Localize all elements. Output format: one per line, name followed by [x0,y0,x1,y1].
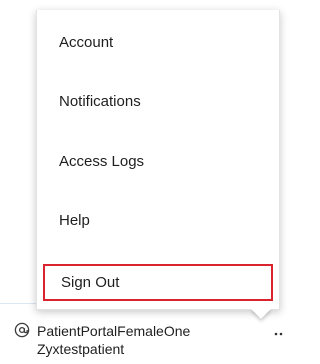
menu-item-help[interactable]: Help [59,212,90,229]
user-name: PatientPortalFemaleOne Zyxtestpatient [37,322,190,358]
account-dropdown-menu: Account Notifications Access Logs Help S… [36,10,280,310]
at-icon [14,322,30,338]
user-name-line-2: Zyxtestpatient [37,341,125,357]
sign-out-label: Sign Out [61,274,120,291]
ellipsis-icon[interactable] [273,325,285,336]
user-name-line-1: PatientPortalFemaleOne [37,323,191,339]
menu-item-account[interactable]: Account [59,34,113,51]
page: Account Notifications Access Logs Help S… [0,0,285,364]
sign-out-button[interactable]: Sign Out [43,264,273,301]
menu-items: Account Notifications Access Logs Help S… [37,10,279,309]
menu-item-access-logs[interactable]: Access Logs [59,153,144,170]
divider [0,303,36,304]
menu-item-notifications[interactable]: Notifications [59,93,141,110]
